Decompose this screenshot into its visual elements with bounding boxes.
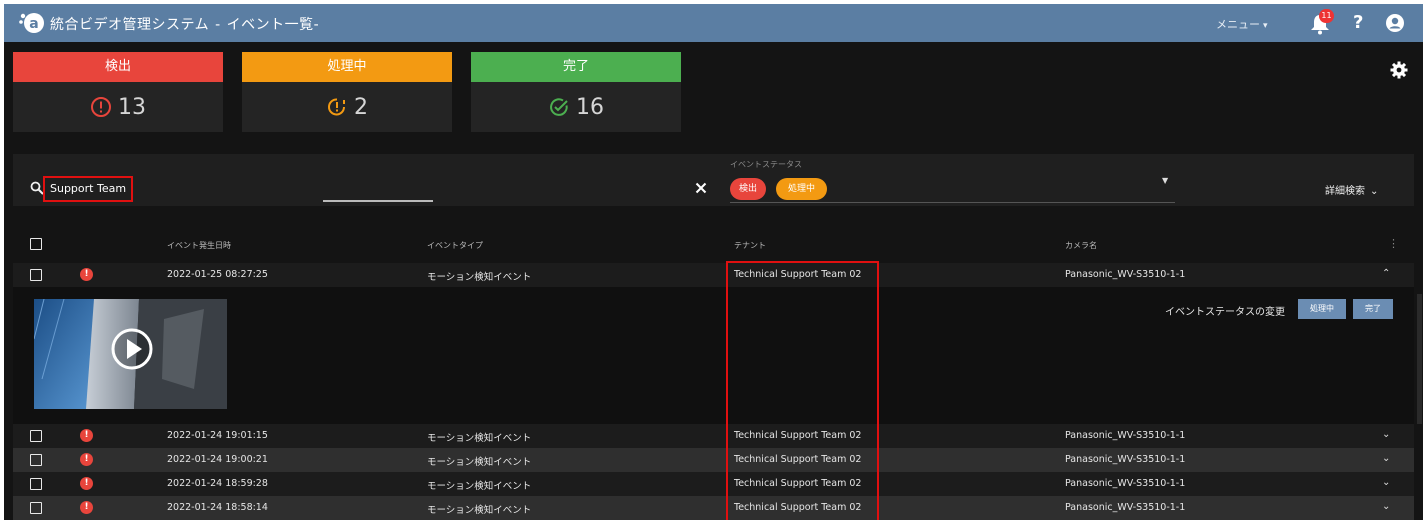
- summary-card-done[interactable]: 完了 16: [471, 52, 681, 132]
- table-row[interactable]: ! 2022-01-24 19:01:15 モーション検知イベント Techni…: [13, 424, 1414, 448]
- top-bar: a 統合ビデオ管理システム - イベント一覧- メニュー ▾ 11 ?: [4, 4, 1423, 42]
- title-separator: -: [215, 17, 221, 33]
- column-header-datetime[interactable]: イベント発生日時: [167, 240, 231, 251]
- filter-bar: Support Team イベントステータス 検出 処理中 ▼ 詳細検索 ⌄: [13, 154, 1414, 206]
- row-datetime: 2022-01-24 19:01:15: [167, 430, 268, 441]
- help-icon[interactable]: ?: [1353, 12, 1363, 33]
- more-vert-icon[interactable]: ⋮: [1388, 237, 1399, 250]
- chevron-down-icon[interactable]: ⌄: [1382, 501, 1390, 512]
- card-progress-body: 2: [242, 82, 452, 132]
- row-datetime: 2022-01-25 08:27:25: [167, 269, 268, 280]
- card-done-label: 完了: [471, 52, 681, 82]
- play-icon[interactable]: [110, 327, 154, 371]
- set-done-button[interactable]: 完了: [1353, 299, 1393, 319]
- status-chip-in-progress[interactable]: 処理中: [776, 178, 828, 200]
- row-camera: Panasonic_WV-S3510-1-1: [1065, 269, 1186, 280]
- menu-label: メニュー: [1216, 18, 1260, 31]
- advanced-search-label: 詳細検索: [1325, 186, 1365, 197]
- card-done-count: 16: [576, 94, 604, 120]
- card-progress-count: 2: [354, 94, 368, 120]
- search-icon: [30, 181, 44, 195]
- row-checkbox[interactable]: [30, 502, 42, 514]
- close-icon[interactable]: [695, 182, 707, 194]
- scrollbar[interactable]: [1417, 294, 1422, 424]
- alert-status-icon: !: [80, 268, 93, 281]
- chevron-down-icon: ⌄: [1370, 186, 1379, 197]
- chevron-down-icon[interactable]: ⌄: [1382, 477, 1390, 488]
- account-icon[interactable]: [1385, 13, 1405, 33]
- row-checkbox[interactable]: [30, 269, 42, 281]
- page-title: イベント一覧: [226, 17, 314, 33]
- table-row[interactable]: ! 2022-01-24 18:59:28 モーション検知イベント Techni…: [13, 472, 1414, 496]
- column-header-type[interactable]: イベントタイプ: [427, 240, 483, 251]
- svg-text:a: a: [29, 16, 38, 32]
- card-progress-label: 処理中: [242, 52, 452, 82]
- row-event-type: モーション検知イベント: [427, 505, 532, 516]
- app-logo-icon: a: [19, 13, 44, 33]
- app-window: a 統合ビデオ管理システム - イベント一覧- メニュー ▾ 11 ? 検出 1…: [4, 4, 1423, 520]
- row-event-type: モーション検知イベント: [427, 433, 532, 444]
- row-tenant: Technical Support Team 02: [734, 502, 862, 513]
- chevron-down-icon[interactable]: ⌄: [1382, 453, 1390, 464]
- app-title: 統合ビデオ管理システム - イベント一覧-: [50, 14, 319, 34]
- title-suffix: -: [313, 17, 320, 33]
- alert-status-icon: !: [80, 453, 93, 466]
- summary-card-detect[interactable]: 検出 13: [13, 52, 223, 132]
- chevron-down-icon[interactable]: ⌄: [1382, 429, 1390, 440]
- alert-circle-icon: [91, 97, 111, 117]
- card-detect-count: 13: [118, 94, 146, 120]
- row-camera: Panasonic_WV-S3510-1-1: [1065, 430, 1186, 441]
- status-change-label: イベントステータスの変更: [1165, 307, 1285, 318]
- status-filter-underline: [730, 202, 1175, 203]
- card-done-body: 16: [471, 82, 681, 132]
- row-camera: Panasonic_WV-S3510-1-1: [1065, 478, 1186, 489]
- table-row[interactable]: ! 2022-01-24 19:00:21 モーション検知イベント Techni…: [13, 448, 1414, 472]
- select-all-checkbox[interactable]: [30, 238, 42, 250]
- search-underline: [323, 200, 433, 202]
- alert-status-icon: !: [80, 429, 93, 442]
- row-checkbox[interactable]: [30, 454, 42, 466]
- summary-card-in-progress[interactable]: 処理中 2: [242, 52, 452, 132]
- table-row[interactable]: ! 2022-01-25 08:27:25 モーション検知イベント Techni…: [13, 263, 1414, 287]
- row-camera: Panasonic_WV-S3510-1-1: [1065, 454, 1186, 465]
- row-datetime: 2022-01-24 18:58:14: [167, 502, 268, 513]
- row-event-type: モーション検知イベント: [427, 272, 532, 283]
- chevron-up-icon[interactable]: ⌃: [1382, 268, 1390, 279]
- card-detect-body: 13: [13, 82, 223, 132]
- card-detect-label: 検出: [13, 52, 223, 82]
- expanded-row-panel: イベントステータスの変更 処理中 完了: [13, 287, 1414, 424]
- notification-badge: 11: [1319, 9, 1334, 23]
- clock-alert-icon: [328, 98, 345, 116]
- row-tenant: Technical Support Team 02: [734, 269, 862, 280]
- alert-status-icon: !: [80, 501, 93, 514]
- row-tenant: Technical Support Team 02: [734, 478, 862, 489]
- alert-status-icon: !: [80, 477, 93, 490]
- set-in-progress-button[interactable]: 処理中: [1298, 299, 1346, 319]
- advanced-search-toggle[interactable]: 詳細検索 ⌄: [1325, 182, 1378, 197]
- row-event-type: モーション検知イベント: [427, 481, 532, 492]
- row-camera: Panasonic_WV-S3510-1-1: [1065, 502, 1186, 513]
- search-input[interactable]: Support Team: [43, 176, 134, 202]
- caret-down-icon: ▾: [1263, 21, 1268, 31]
- row-tenant: Technical Support Team 02: [734, 430, 862, 441]
- status-filter-label: イベントステータス: [730, 160, 802, 169]
- app-name: 統合ビデオ管理システム: [50, 17, 210, 33]
- row-event-type: モーション検知イベント: [427, 457, 532, 468]
- row-datetime: 2022-01-24 18:59:28: [167, 478, 268, 489]
- row-tenant: Technical Support Team 02: [734, 454, 862, 465]
- column-header-camera[interactable]: カメラ名: [1065, 240, 1097, 251]
- gear-icon[interactable]: [1389, 60, 1409, 80]
- status-dropdown-caret-icon[interactable]: ▼: [1162, 176, 1168, 185]
- status-chip-detect[interactable]: 検出: [730, 178, 767, 200]
- table-row[interactable]: ! 2022-01-24 18:58:14 モーション検知イベント Techni…: [13, 496, 1414, 520]
- row-checkbox[interactable]: [30, 478, 42, 490]
- menu-dropdown-button[interactable]: メニュー ▾: [1216, 16, 1268, 32]
- row-checkbox[interactable]: [30, 430, 42, 442]
- row-datetime: 2022-01-24 19:00:21: [167, 454, 268, 465]
- check-circle-icon: [550, 98, 568, 116]
- column-header-tenant[interactable]: テナント: [734, 240, 766, 251]
